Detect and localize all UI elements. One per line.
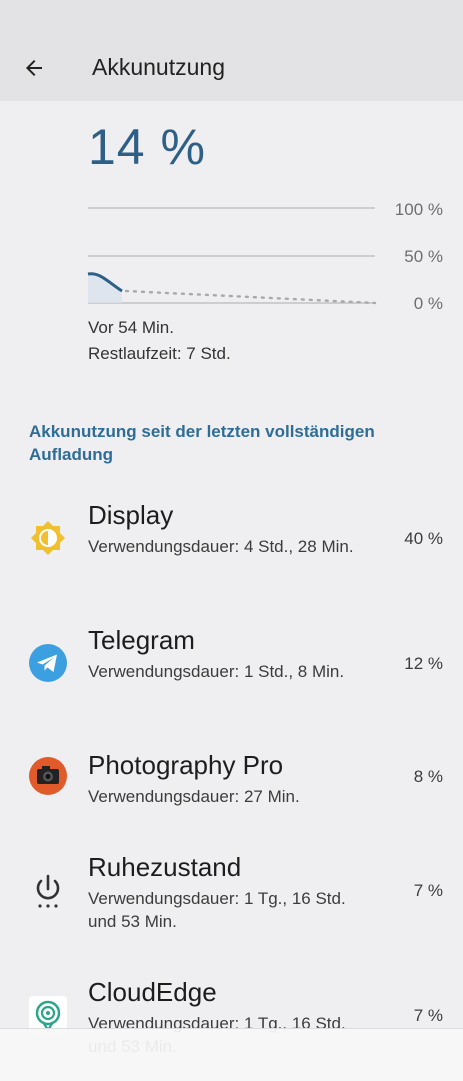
usage-item-display[interactable]: Display Verwendungsdauer: 4 Std., 28 Min…	[0, 496, 463, 596]
item-name: Telegram	[88, 625, 195, 655]
battery-prediction-line	[124, 289, 377, 305]
camera-app-icon	[28, 756, 68, 796]
item-percent: 7 %	[413, 1006, 443, 1025]
arrow-left-icon	[26, 60, 42, 76]
chart-since-text: Vor 54 Min.	[88, 318, 174, 337]
section-title: Akkunutzung seit der letzten vollständig…	[29, 422, 375, 464]
tick-label-0: 0 %	[413, 294, 443, 313]
item-usage-duration: Verwendungsdauer: 27 Min.	[88, 787, 300, 806]
item-name: Display	[88, 500, 174, 530]
remaining-time-text: Restlaufzeit: 7 Std.	[88, 344, 231, 363]
app-bar: Akkunutzung	[0, 0, 463, 101]
item-name: Ruhezustand	[88, 852, 242, 882]
usage-item-telegram[interactable]: Telegram Verwendungsdauer: 1 Std., 8 Min…	[0, 621, 463, 721]
item-name: CloudEdge	[88, 977, 217, 1007]
bottom-nav-overlay	[0, 1028, 463, 1081]
item-percent: 8 %	[413, 767, 443, 786]
item-name: Photography Pro	[88, 750, 284, 780]
tick-label-50: 50 %	[404, 247, 443, 266]
battery-chart: 100 % 50 % 0 %	[0, 190, 463, 320]
item-percent: 7 %	[413, 881, 443, 900]
item-usage-duration: Verwendungsdauer: 1 Tg., 16 Std. und 53 …	[88, 889, 346, 931]
page-title: Akkunutzung	[92, 54, 225, 80]
item-percent: 12 %	[404, 654, 443, 673]
item-usage-duration: Verwendungsdauer: 1 Std., 8 Min.	[88, 662, 345, 681]
brightness-icon	[28, 518, 68, 558]
item-percent: 40 %	[404, 529, 443, 548]
back-button[interactable]	[14, 48, 54, 88]
telegram-icon	[28, 643, 68, 683]
power-icon	[28, 870, 68, 910]
usage-item-photography-pro[interactable]: Photography Pro Verwendungsdauer: 27 Min…	[0, 746, 463, 836]
usage-item-ruhezustand[interactable]: Ruhezustand Verwendungsdauer: 1 Tg., 16 …	[0, 848, 463, 948]
battery-level: 14 %	[88, 119, 206, 175]
tick-label-100: 100 %	[394, 200, 443, 219]
item-usage-duration: Verwendungsdauer: 4 Std., 28 Min.	[88, 537, 354, 556]
